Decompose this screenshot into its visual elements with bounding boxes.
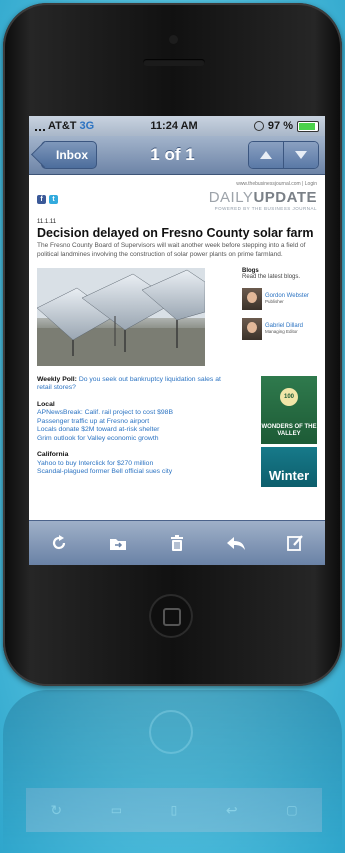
- blog-author[interactable]: Gabriel Dillard Managing Editor: [242, 317, 317, 340]
- author-role: Managing Editor: [265, 329, 298, 335]
- author-role: Publisher: [265, 299, 284, 305]
- inbox-back-button[interactable]: Inbox: [41, 141, 97, 169]
- winter-ad[interactable]: Winter: [261, 446, 317, 487]
- news-link[interactable]: Locals donate $2M toward at-risk shelter: [37, 426, 223, 434]
- poll-label: Weekly Poll:: [37, 375, 77, 383]
- media-row: Blogs Read the latest blogs. Gordon Webs…: [37, 267, 317, 366]
- move-folder-icon: [109, 539, 126, 550]
- rotation-lock-icon: [253, 121, 264, 131]
- reply-icon: ↩: [225, 801, 238, 818]
- clock: 11:24 AM: [150, 120, 198, 132]
- move-folder-icon: ▭: [110, 803, 123, 817]
- phone-screen: AT&T 3G 11:24 AM 97 % Inbox 1 of 1 www.t…: [29, 116, 325, 565]
- section-title: California: [37, 451, 69, 459]
- headline[interactable]: Decision delayed on Fresno County solar …: [37, 226, 317, 240]
- reflection-home-button: [149, 710, 193, 754]
- author-info: Gabriel Dillard Managing Editor: [265, 323, 303, 334]
- blogs-panel: Blogs Read the latest blogs. Gordon Webs…: [242, 268, 317, 366]
- blogs-subtitle: Read the latest blogs.: [242, 273, 301, 280]
- avatar: [242, 287, 262, 310]
- inbox-back-label: Inbox: [56, 148, 88, 162]
- news-link[interactable]: Scandal-plagued former Bell official sue…: [37, 468, 223, 476]
- reply-icon: [227, 537, 246, 550]
- status-right: 97 %: [253, 120, 319, 132]
- network-type: 3G: [79, 120, 95, 132]
- news-link[interactable]: Passenger traffic up at Fresno airport: [37, 418, 223, 426]
- twitter-icon[interactable]: t: [49, 195, 58, 204]
- wonders-of-valley-ad[interactable]: 100 WONDERS OF THE VALLEY: [261, 375, 317, 444]
- battery-icon: [296, 120, 319, 132]
- solar-farm-photo[interactable]: [37, 267, 205, 366]
- site-url[interactable]: www.thebusinessjournal.com | Login: [37, 181, 317, 187]
- previous-message-button[interactable]: [249, 142, 283, 168]
- signal-strength-icon: [35, 121, 45, 131]
- home-button[interactable]: [149, 594, 193, 638]
- phone-reflection: ↻ ▭ ▯ ↩ ▢: [3, 690, 342, 853]
- phone-frame: AT&T 3G 11:24 AM 97 % Inbox 1 of 1 www.t…: [3, 3, 342, 686]
- section-title: Local: [37, 400, 55, 408]
- article-summary: The Fresno County Board of Supervisors w…: [37, 242, 306, 258]
- brand-name: DAILYUPDATE: [209, 189, 317, 206]
- message-nav-arrows: [248, 141, 319, 169]
- email-body[interactable]: www.thebusinessjournal.com | Login f t D…: [29, 175, 325, 508]
- ad-badge: 100: [280, 387, 298, 406]
- weekly-poll: Weekly Poll: Do you seek out bankruptcy …: [37, 376, 223, 393]
- battery-percent: 97 %: [267, 120, 293, 132]
- ad-text: WONDERS OF THE VALLEY: [261, 424, 317, 438]
- trash-icon: ▯: [170, 803, 178, 817]
- avatar: [242, 317, 262, 340]
- masthead: f t DAILYUPDATE POWERED BY THE BUSINESS …: [37, 189, 317, 211]
- earpiece-speaker: [143, 59, 205, 66]
- compose-icon: [287, 535, 304, 551]
- message-counter: 1 of 1: [150, 145, 195, 164]
- chevron-down-icon: [295, 151, 307, 159]
- refresh-icon: [52, 535, 65, 550]
- refresh-icon: ↻: [50, 801, 63, 818]
- refresh-button[interactable]: [43, 527, 75, 559]
- mail-toolbar: [29, 520, 325, 565]
- news-link[interactable]: Grim outlook for Valley economic growth: [37, 435, 223, 443]
- brand-bold: UPDATE: [253, 189, 317, 206]
- news-link[interactable]: APNewsBreak: Calif. rail project to cost…: [37, 409, 223, 417]
- compose-button[interactable]: [279, 527, 311, 559]
- social-links: f t: [37, 195, 58, 204]
- news-row: Weekly Poll: Do you seek out bankruptcy …: [37, 375, 317, 487]
- nav-bar: Inbox 1 of 1: [29, 136, 325, 175]
- ad-column: 100 WONDERS OF THE VALLEY Winter: [261, 375, 317, 487]
- trash-icon: [170, 535, 183, 551]
- news-list: Weekly Poll: Do you seek out bankruptcy …: [37, 376, 223, 487]
- status-bar: AT&T 3G 11:24 AM 97 %: [29, 116, 325, 136]
- brand-logo: DAILYUPDATE POWERED BY THE BUSINESS JOUR…: [209, 189, 317, 211]
- delete-button[interactable]: [161, 527, 193, 559]
- facebook-icon[interactable]: f: [37, 195, 46, 204]
- news-link[interactable]: Yahoo to buy Interclick for $270 million: [37, 460, 223, 468]
- ad-winter-text: Winter: [268, 467, 310, 483]
- battery-fill: [298, 122, 316, 130]
- front-camera: [169, 35, 178, 44]
- reflection-toolbar: ↻ ▭ ▯ ↩ ▢: [26, 788, 322, 832]
- author-info: Gordon Webster Publisher: [265, 293, 309, 304]
- brand-light: DAILY: [208, 189, 254, 206]
- chevron-up-icon: [260, 151, 272, 159]
- issue-date: 11.1.11: [37, 219, 57, 225]
- brand-tagline: POWERED BY THE BUSINESS JOURNAL: [214, 206, 317, 211]
- carrier-name: AT&T: [48, 120, 77, 132]
- compose-icon: ▢: [286, 803, 298, 817]
- move-folder-button[interactable]: [102, 527, 134, 559]
- status-left: AT&T 3G: [35, 120, 94, 132]
- next-message-button[interactable]: [283, 142, 318, 168]
- solar-panels-image: [37, 267, 205, 366]
- reply-button[interactable]: [220, 527, 252, 559]
- blog-author[interactable]: Gordon Webster Publisher: [242, 287, 317, 310]
